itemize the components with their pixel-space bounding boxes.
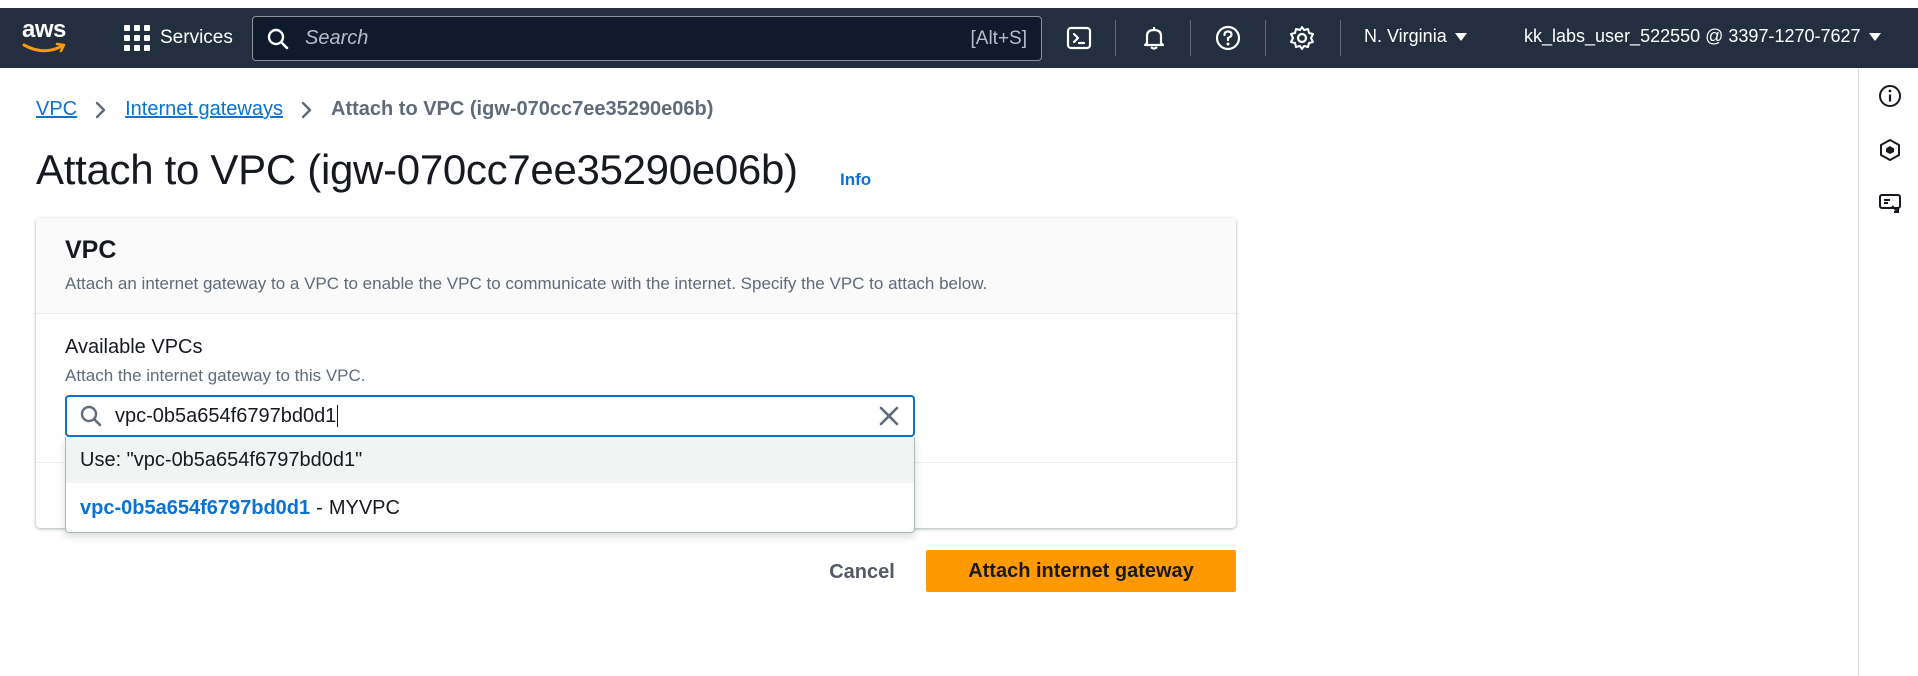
use-value-label: Use: "vpc-0b5a654f6797bd0d1" xyxy=(80,448,363,471)
search-placeholder: Search xyxy=(305,27,369,49)
breadcrumb-internet-gateways-link[interactable]: Internet gateways xyxy=(125,98,283,121)
vpc-input-value[interactable]: vpc-0b5a654f6797bd0d1 xyxy=(115,405,875,428)
use-value-option[interactable]: Use: "vpc-0b5a654f6797bd0d1" xyxy=(66,437,914,483)
vpc-option-separator: - xyxy=(316,496,323,519)
hexagon-icon[interactable] xyxy=(1876,136,1904,164)
search-icon xyxy=(79,404,103,428)
account-menu[interactable]: kk_labs_user_522550 @ 3397-1270-7627 xyxy=(1524,26,1881,47)
nav-divider xyxy=(1115,20,1116,56)
region-label: N. Virginia xyxy=(1364,26,1447,46)
panel-header: VPC Attach an internet gateway to a VPC … xyxy=(36,218,1236,314)
global-search-input[interactable]: Search [Alt+S] xyxy=(252,16,1042,61)
search-icon xyxy=(267,28,289,50)
caret-down-icon xyxy=(1454,32,1467,41)
cancel-button[interactable]: Cancel xyxy=(822,552,902,592)
info-icon[interactable] xyxy=(1876,82,1904,110)
top-navbar: aws Services Search [Alt+S] N. Virginia … xyxy=(0,8,1918,68)
vpc-option-id: vpc-0b5a654f6797bd0d1 xyxy=(80,496,311,519)
breadcrumb-vpc-link[interactable]: VPC xyxy=(36,98,77,121)
nav-divider xyxy=(1190,20,1191,56)
cloudshell-icon[interactable] xyxy=(1063,22,1095,54)
search-shortcut: [Alt+S] xyxy=(970,27,1028,49)
nav-divider xyxy=(1265,20,1266,56)
right-tools-rail xyxy=(1858,68,1918,676)
available-vpcs-label: Available VPCs xyxy=(65,336,203,358)
chevron-right-icon xyxy=(301,101,313,119)
chevron-right-icon xyxy=(95,101,107,119)
panel-title: VPC xyxy=(65,236,117,264)
account-label: kk_labs_user_522550 @ 3397-1270-7627 xyxy=(1524,26,1861,46)
top-strip xyxy=(0,0,1918,8)
services-menu-button[interactable]: Services xyxy=(124,22,233,54)
aws-logo-text: aws xyxy=(22,16,66,43)
help-icon[interactable] xyxy=(1212,22,1244,54)
info-link[interactable]: Info xyxy=(840,170,871,190)
aws-logo[interactable]: aws xyxy=(22,18,76,58)
vpc-search-input[interactable]: vpc-0b5a654f6797bd0d1 xyxy=(65,395,915,437)
breadcrumb: VPC Internet gateways Attach to VPC (igw… xyxy=(36,98,713,121)
settings-icon[interactable] xyxy=(1286,22,1318,54)
page-title: Attach to VPC (igw-070cc7ee35290e06b) xyxy=(36,146,798,193)
available-vpcs-description: Attach the internet gateway to this VPC. xyxy=(65,366,366,385)
breadcrumb-current: Attach to VPC (igw-070cc7ee35290e06b) xyxy=(331,98,714,120)
aws-smile-icon xyxy=(22,42,66,53)
page: aws Services Search [Alt+S] N. Virginia … xyxy=(0,0,1918,676)
feedback-icon[interactable] xyxy=(1876,190,1904,218)
grid-icon xyxy=(124,25,150,51)
clear-icon[interactable] xyxy=(875,402,903,430)
vpc-suggestions-dropdown: Use: "vpc-0b5a654f6797bd0d1" vpc-0b5a654… xyxy=(65,437,915,533)
vpc-option[interactable]: vpc-0b5a654f6797bd0d1 - MYVPC xyxy=(66,485,914,531)
panel-description: Attach an internet gateway to a VPC to e… xyxy=(65,274,988,293)
bell-icon[interactable] xyxy=(1138,22,1170,54)
nav-divider xyxy=(1340,20,1341,56)
vpc-option-name: MYVPC xyxy=(328,496,400,519)
caret-down-icon xyxy=(1868,32,1881,41)
region-selector[interactable]: N. Virginia xyxy=(1364,26,1467,47)
services-label: Services xyxy=(160,27,233,48)
attach-internet-gateway-button[interactable]: Attach internet gateway xyxy=(926,550,1236,592)
